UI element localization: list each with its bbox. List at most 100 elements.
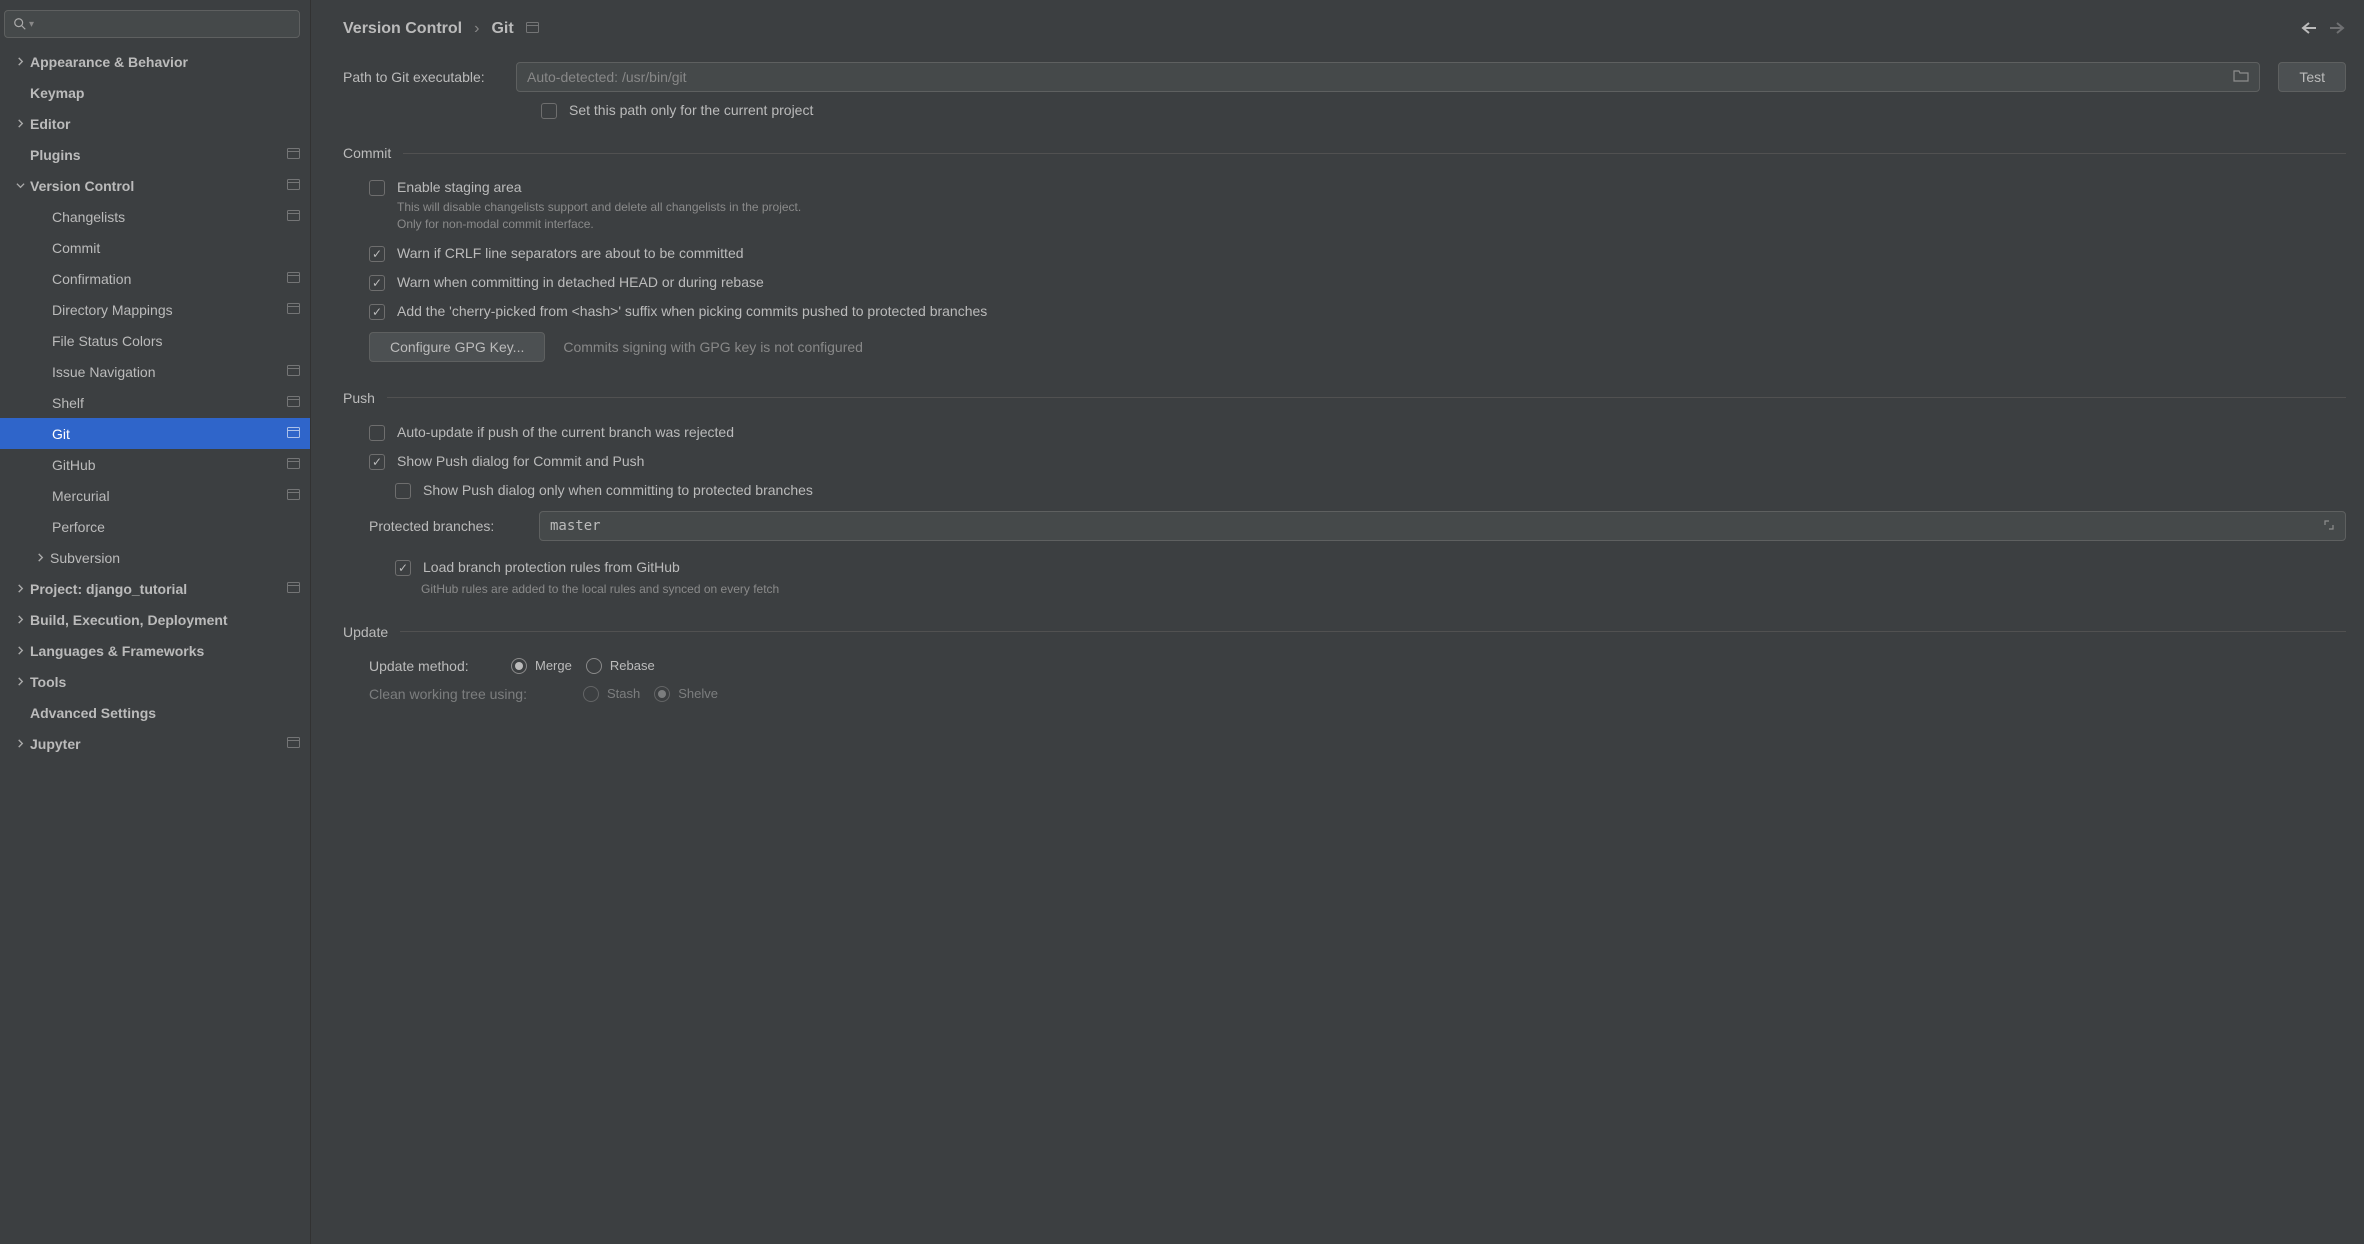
expand-icon[interactable] (2323, 518, 2335, 534)
chevron-right-icon (12, 119, 28, 128)
checkbox-label: Load branch protection rules from GitHub (423, 559, 680, 575)
search-icon (13, 17, 27, 31)
breadcrumb: Version Control › Git (343, 20, 539, 38)
search-input[interactable] (40, 17, 291, 32)
checkbox-label: Auto-update if push of the current branc… (397, 424, 734, 440)
sidebar-item-plugins[interactable]: Plugins (0, 139, 310, 170)
sidebar-item-editor[interactable]: Editor (0, 108, 310, 139)
project-scope-icon (287, 364, 300, 379)
chevron-right-icon (32, 553, 48, 562)
show-push-dialog-checkbox[interactable] (369, 454, 385, 470)
sidebar-item-project[interactable]: Project: django_tutorial (0, 573, 310, 604)
sidebar-item-label: Version Control (30, 178, 287, 194)
checkbox-label: Set this path only for the current proje… (569, 102, 813, 118)
sidebar-item-shelf[interactable]: Shelf (0, 387, 310, 418)
project-scope-icon (287, 147, 300, 162)
chevron-right-icon (12, 615, 28, 624)
project-scope-icon (287, 457, 300, 472)
sidebar-item-issue-navigation[interactable]: Issue Navigation (0, 356, 310, 387)
breadcrumb-current: Git (491, 20, 513, 38)
forward-button[interactable] (2328, 21, 2346, 38)
help-text: This will disable changelists support an… (397, 199, 817, 233)
sidebar-item-label: Changelists (52, 209, 287, 225)
load-github-rules-checkbox[interactable] (395, 560, 411, 576)
sidebar-item-git[interactable]: Git (0, 418, 310, 449)
checkbox-label: Warn when committing in detached HEAD or… (397, 274, 764, 290)
sidebar-item-label: Git (52, 426, 287, 442)
update-rebase-radio[interactable] (586, 658, 602, 674)
sidebar-item-label: Build, Execution, Deployment (30, 612, 300, 628)
sidebar-item-perforce[interactable]: Perforce (0, 511, 310, 542)
sidebar-item-label: File Status Colors (52, 333, 300, 349)
chevron-right-icon (12, 57, 28, 66)
git-path-label: Path to Git executable: (343, 69, 498, 85)
update-merge-radio[interactable] (511, 658, 527, 674)
settings-tree: Appearance & Behavior Keymap Editor Plug… (0, 46, 310, 1244)
project-scope-icon (287, 736, 300, 751)
sidebar-item-tools[interactable]: Tools (0, 666, 310, 697)
clean-shelve-radio[interactable] (654, 686, 670, 702)
warn-detached-checkbox[interactable] (369, 275, 385, 291)
sidebar-item-version-control[interactable]: Version Control (0, 170, 310, 201)
show-push-protected-checkbox[interactable] (395, 483, 411, 499)
checkbox-label: Show Push dialog for Commit and Push (397, 453, 644, 469)
sidebar-item-label: Plugins (30, 147, 287, 163)
checkbox-label: Add the 'cherry-picked from <hash>' suff… (397, 303, 987, 319)
chevron-right-icon: › (474, 20, 479, 38)
protected-branches-value: master (550, 518, 601, 534)
sidebar-item-directory-mappings[interactable]: Directory Mappings (0, 294, 310, 325)
sidebar-item-label: Languages & Frameworks (30, 643, 300, 659)
checkbox-label: Warn if CRLF line separators are about t… (397, 245, 744, 261)
project-scope-icon (287, 209, 300, 224)
sidebar-item-label: GitHub (52, 457, 287, 473)
enable-staging-checkbox[interactable] (369, 180, 385, 196)
divider (387, 397, 2346, 398)
update-method-label: Update method: (369, 658, 497, 674)
sidebar-item-label: Issue Navigation (52, 364, 287, 380)
folder-icon[interactable] (2233, 69, 2249, 86)
git-path-placeholder: Auto-detected: /usr/bin/git (527, 69, 687, 85)
sidebar-item-label: Appearance & Behavior (30, 54, 300, 70)
clean-tree-label: Clean working tree using: (369, 686, 569, 702)
sidebar-item-mercurial[interactable]: Mercurial (0, 480, 310, 511)
section-commit: Commit (343, 145, 391, 161)
sidebar-item-advanced[interactable]: Advanced Settings (0, 697, 310, 728)
chevron-right-icon (12, 677, 28, 686)
project-scope-icon (287, 271, 300, 286)
breadcrumb-root[interactable]: Version Control (343, 20, 462, 38)
configure-gpg-button[interactable]: Configure GPG Key... (369, 332, 545, 362)
search-field[interactable]: ▾ (4, 10, 300, 38)
sidebar-item-label: Subversion (50, 550, 300, 566)
clean-stash-radio[interactable] (583, 686, 599, 702)
sidebar-item-subversion[interactable]: Subversion (0, 542, 310, 573)
protected-branches-input[interactable]: master (539, 511, 2346, 541)
git-path-input[interactable]: Auto-detected: /usr/bin/git (516, 62, 2260, 92)
project-scope-icon (287, 302, 300, 317)
radio-label: Merge (535, 658, 572, 673)
set-path-project-checkbox[interactable] (541, 103, 557, 119)
back-button[interactable] (2300, 21, 2318, 38)
section-update: Update (343, 624, 388, 640)
settings-content: Version Control › Git Path to Git execut… (311, 0, 2364, 1244)
sidebar-item-label: Project: django_tutorial (30, 581, 287, 597)
section-push: Push (343, 390, 375, 406)
sidebar-item-confirmation[interactable]: Confirmation (0, 263, 310, 294)
warn-crlf-checkbox[interactable] (369, 246, 385, 262)
sidebar-item-appearance[interactable]: Appearance & Behavior (0, 46, 310, 77)
sidebar-item-jupyter[interactable]: Jupyter (0, 728, 310, 759)
protected-branches-label: Protected branches: (369, 518, 529, 534)
test-button[interactable]: Test (2278, 62, 2346, 92)
chevron-right-icon (12, 584, 28, 593)
help-text: GitHub rules are added to the local rule… (343, 582, 2346, 596)
sidebar-item-build[interactable]: Build, Execution, Deployment (0, 604, 310, 635)
sidebar-item-changelists[interactable]: Changelists (0, 201, 310, 232)
sidebar-item-commit[interactable]: Commit (0, 232, 310, 263)
sidebar-item-keymap[interactable]: Keymap (0, 77, 310, 108)
project-scope-icon (287, 488, 300, 503)
sidebar-item-languages[interactable]: Languages & Frameworks (0, 635, 310, 666)
auto-update-checkbox[interactable] (369, 425, 385, 441)
sidebar-item-label: Confirmation (52, 271, 287, 287)
cherry-suffix-checkbox[interactable] (369, 304, 385, 320)
sidebar-item-file-status-colors[interactable]: File Status Colors (0, 325, 310, 356)
sidebar-item-github[interactable]: GitHub (0, 449, 310, 480)
